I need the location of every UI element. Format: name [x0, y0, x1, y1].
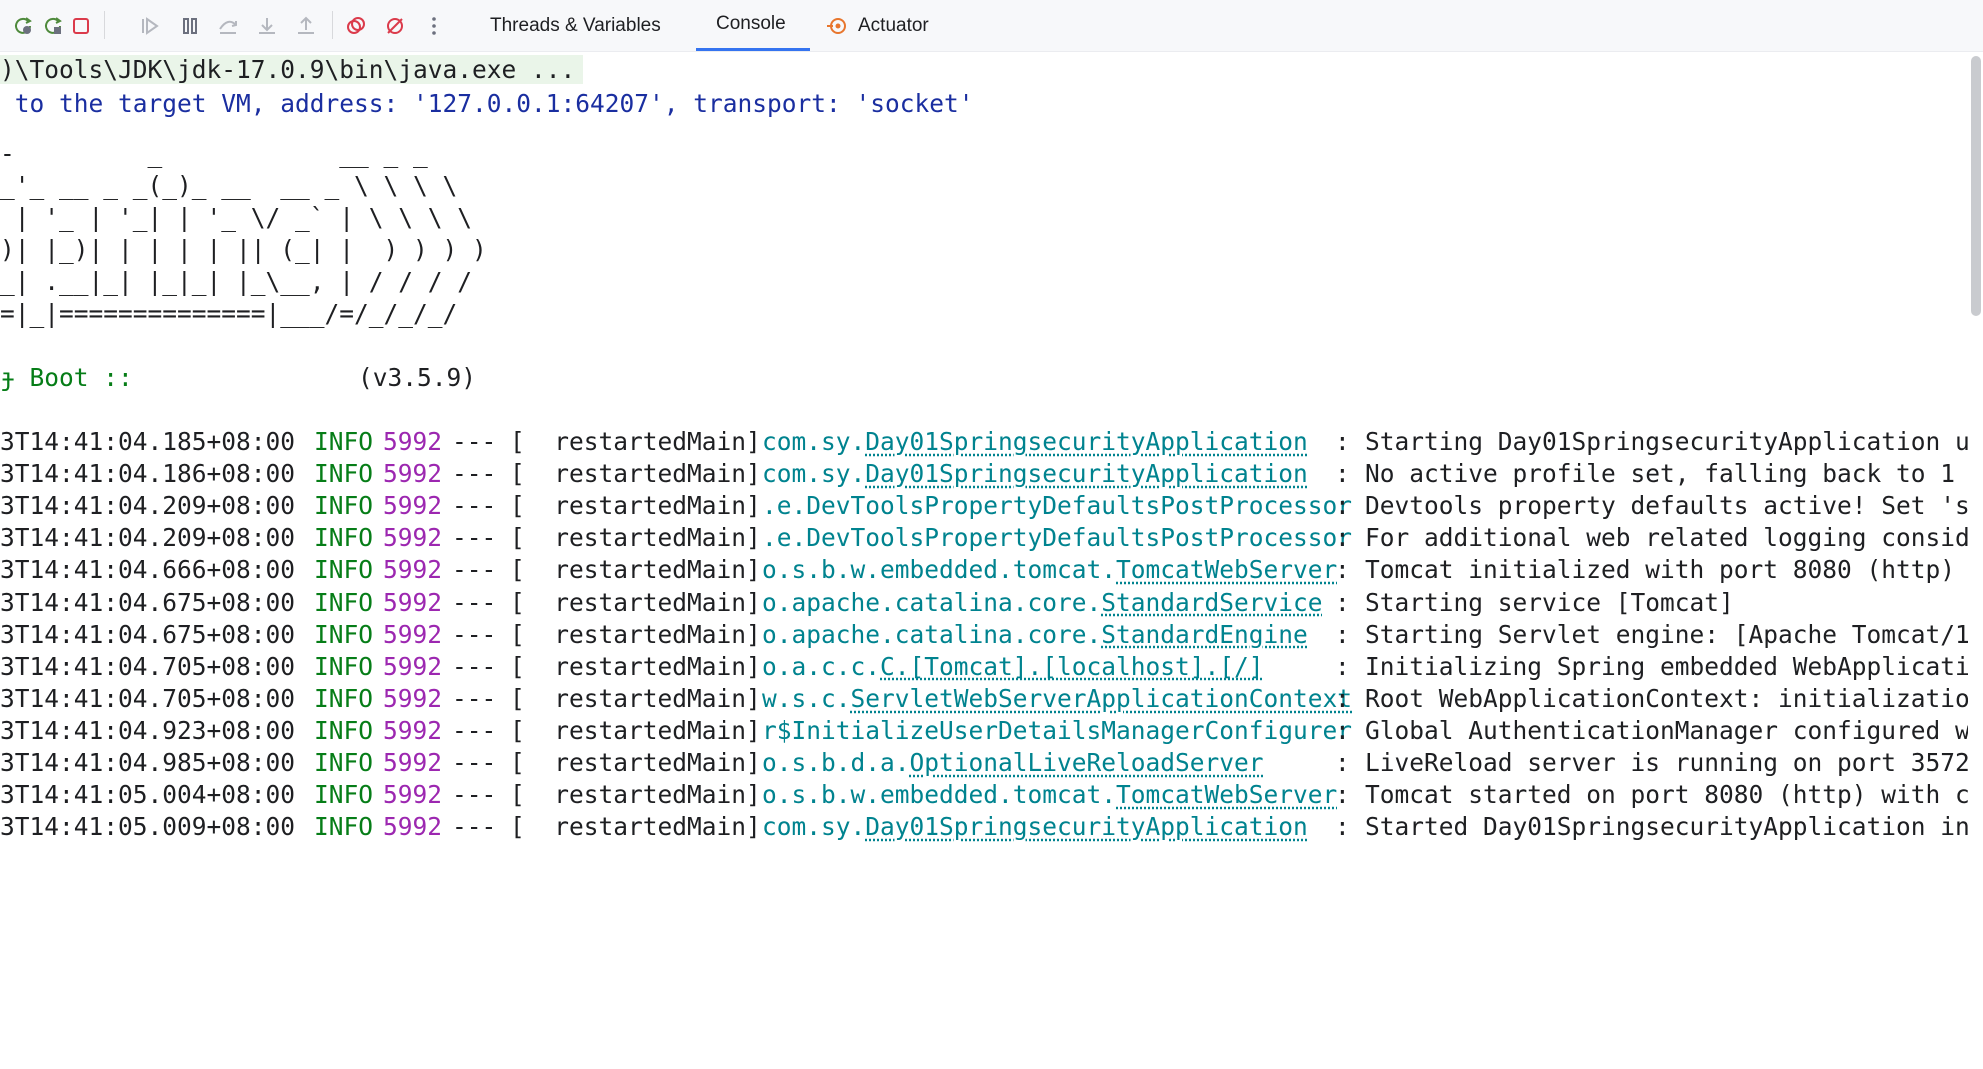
logger-package: o.a.c.c.	[762, 651, 881, 681]
logger-class-link[interactable]: ServletWebServerApplicationContext	[851, 684, 1353, 713]
logger-class-link[interactable]: TomcatWebServer	[1116, 555, 1337, 584]
boot-label: ɟ Boot ::	[0, 363, 133, 392]
vertical-scrollbar[interactable]	[1971, 56, 1981, 316]
logger-package: com.sy.	[762, 812, 866, 842]
tab-actuator[interactable]: Actuator	[806, 0, 949, 51]
pause-icon[interactable]	[177, 13, 203, 39]
logger-package: o.s.b.d.a.	[762, 748, 910, 777]
toolbar-separator	[104, 11, 105, 39]
view-breakpoints-icon[interactable]	[343, 13, 369, 39]
logger-package: .e.DevToolsPropertyDefaultsPostProcessor	[762, 523, 1353, 553]
logger-package: o.s.b.w.embedded.tomcat.	[762, 780, 1117, 810]
tab-label: Threads & Variables	[490, 14, 661, 36]
log-pid: 5992	[383, 812, 443, 842]
connected-message: to the target VM, address: '127.0.0.1:64…	[0, 89, 974, 118]
command-line: )\Tools\JDK\jdk-17.0.9\bin\java.exe ...	[0, 51, 584, 89]
boot-version-line: ɟ Boot :: (v3.5.9)	[0, 359, 476, 397]
banner-line: =|_|==============|___/=/_/_/_/	[0, 299, 458, 328]
toolbar-separator	[332, 11, 333, 39]
log-level: INFO	[314, 812, 374, 842]
logger-package: o.apache.catalina.core.	[762, 587, 1102, 617]
log-thread: [ restartedMain]	[510, 812, 761, 842]
log-colon: :	[1335, 812, 1350, 842]
logger-package: com.sy.	[762, 427, 866, 456]
logger-package: r$InitializeUserDetailsManagerConfigurer	[762, 715, 1353, 745]
boot-version: (v3.5.9)	[358, 363, 477, 392]
logger-package: w.s.c.	[762, 683, 851, 713]
logger-class-link[interactable]: TomcatWebServer	[1116, 780, 1337, 809]
log-timestamp: 3T14:41:05.009+08:00	[0, 812, 296, 842]
step-out-icon[interactable]	[293, 13, 319, 39]
tab-console[interactable]: Console	[696, 0, 810, 51]
rerun-icon[interactable]	[10, 13, 36, 39]
tab-label: Actuator	[858, 14, 929, 36]
log-logger[interactable]: com.sy.Day01SpringsecurityApplication	[762, 808, 1308, 846]
logger-package: o.s.b.w.embedded.tomcat.	[762, 555, 1117, 585]
mute-breakpoints-icon[interactable]	[382, 13, 408, 39]
logger-class-link[interactable]: Day01SpringsecurityApplication	[865, 812, 1308, 841]
logger-class-link[interactable]: Day01SpringsecurityApplication	[865, 459, 1308, 488]
logger-package: o.apache.catalina.core.	[762, 619, 1102, 649]
logger-package: .e.DevToolsPropertyDefaultsPostProcessor	[762, 491, 1353, 521]
log-separator: ---	[452, 812, 497, 842]
logger-class-link[interactable]: Day01SpringsecurityApplication	[865, 427, 1308, 456]
log-message: Started Day01SpringsecurityApplication i…	[1365, 812, 1968, 842]
logger-class-link[interactable]: StandardEngine	[1101, 620, 1308, 649]
step-into-icon[interactable]	[254, 13, 280, 39]
tab-label: Console	[716, 13, 786, 34]
more-options-icon[interactable]	[421, 13, 447, 39]
logger-class-link[interactable]: StandardService	[1101, 588, 1322, 617]
debug-toolbar: Threads & Variables Console Actuator	[0, 0, 1983, 52]
logger-class-link[interactable]: C.[Tomcat].[localhost].[/]	[880, 652, 1264, 681]
resume-icon[interactable]	[137, 13, 163, 39]
stop-icon[interactable]	[68, 13, 94, 39]
command-text: )\Tools\JDK\jdk-17.0.9\bin\java.exe ...	[0, 55, 584, 84]
tab-threads-variables[interactable]: Threads & Variables	[470, 0, 681, 51]
actuator-icon	[826, 15, 848, 37]
logger-package: com.sy.	[762, 459, 866, 489]
step-over-icon[interactable]	[215, 13, 241, 39]
logger-class-link[interactable]: OptionalLiveReloadServer	[910, 748, 1264, 777]
console-output[interactable]: )\Tools\JDK\jdk-17.0.9\bin\java.exe ... …	[0, 51, 1968, 1069]
restart-icon[interactable]	[40, 13, 66, 39]
